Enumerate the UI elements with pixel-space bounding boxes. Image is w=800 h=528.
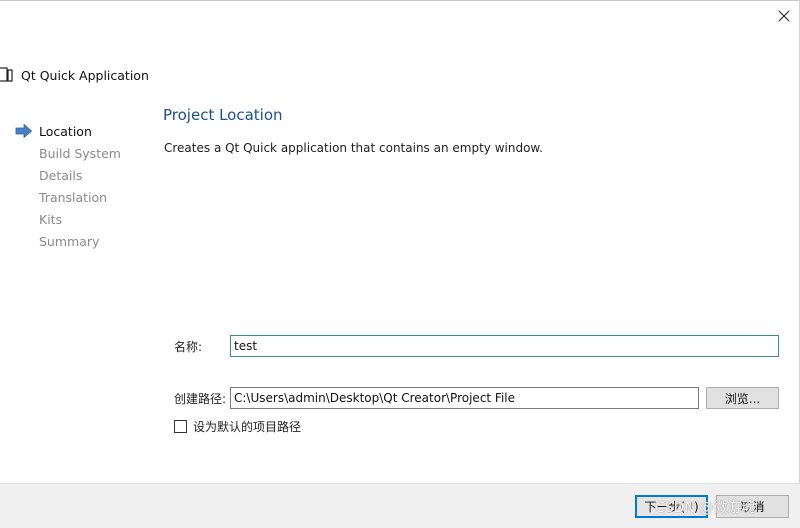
step-build-system: Build System (15, 142, 155, 164)
close-button[interactable] (770, 5, 798, 27)
step-location: Location (15, 120, 155, 142)
step-label: Build System (39, 145, 121, 161)
page-title: Project Location (163, 106, 283, 124)
wizard-title: Qt Quick Application (21, 67, 149, 83)
step-label: Kits (39, 211, 63, 227)
next-button[interactable]: 下一步(N) (635, 495, 708, 518)
current-step-arrow-icon (15, 124, 33, 138)
default-path-checkbox[interactable] (174, 420, 187, 433)
wizard-footer: 下一步(N) 取消 (0, 483, 800, 528)
step-details: Details (15, 164, 155, 186)
step-label: Translation (39, 189, 108, 205)
browse-button[interactable]: 浏览... (706, 387, 779, 409)
step-label: Details (39, 167, 83, 183)
default-path-label: 设为默认的项目路径 (193, 420, 302, 434)
wizard-page-icon (0, 67, 13, 82)
step-label: Location (39, 123, 92, 139)
name-input[interactable]: test (230, 335, 779, 357)
step-summary: Summary (15, 230, 155, 252)
cancel-button[interactable]: 取消 (716, 495, 789, 518)
page-description: Creates a Qt Quick application that cont… (164, 141, 543, 155)
path-input[interactable]: C:\Users\admin\Desktop\Qt Creator\Projec… (230, 387, 699, 409)
step-translation: Translation (15, 186, 155, 208)
name-label: 名称: (174, 340, 203, 354)
path-label: 创建路径: (174, 392, 227, 406)
wizard-header: Qt Quick Application (0, 66, 149, 84)
step-label: Summary (39, 233, 100, 249)
step-kits: Kits (15, 208, 155, 230)
default-path-option[interactable]: 设为默认的项目路径 (174, 418, 301, 435)
wizard-steps: Location Build System Details Translatio… (15, 120, 155, 252)
close-icon (778, 10, 790, 22)
